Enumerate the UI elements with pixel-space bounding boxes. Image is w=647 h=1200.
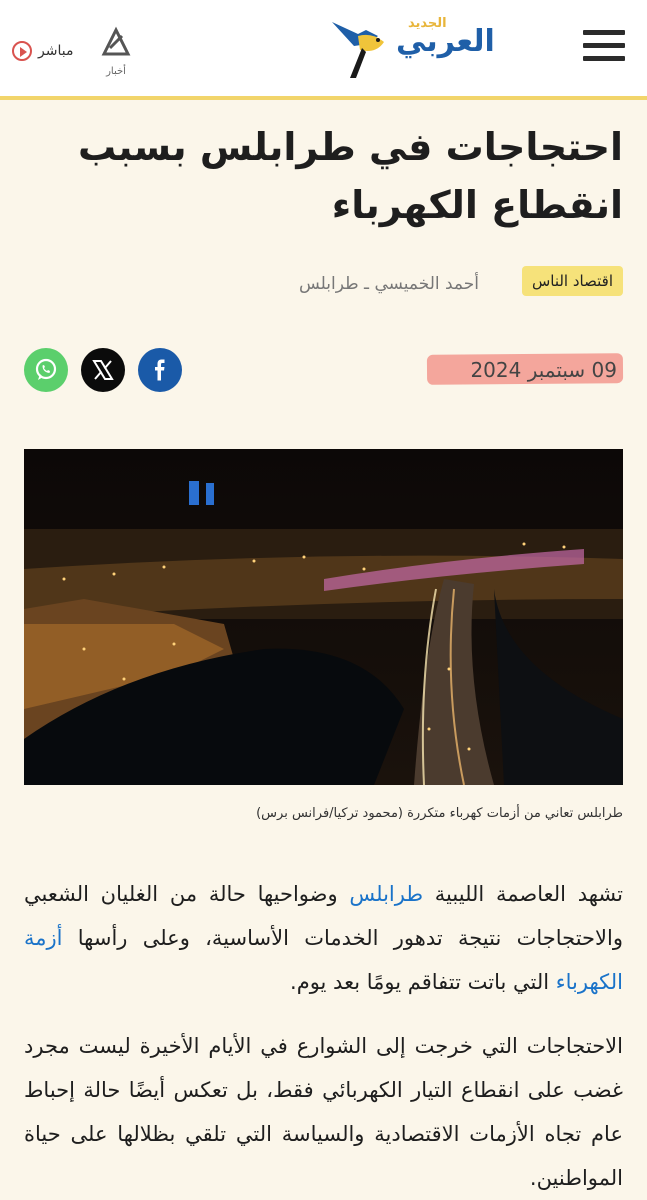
news-logo-label: أخبار [106, 66, 126, 77]
logo-title: العربي [396, 24, 495, 59]
news-logo[interactable]: أخبار [96, 24, 136, 80]
live-button[interactable]: مباشر [12, 36, 73, 66]
whatsapp-icon [35, 358, 57, 380]
share-facebook-button[interactable] [138, 348, 182, 392]
x-icon [92, 360, 114, 380]
site-header: الجديد العربي أخبار مباشر [0, 0, 647, 100]
news-emblem-icon [101, 26, 131, 56]
category-badge[interactable]: اقتصاد الناس [521, 266, 623, 296]
paragraph-1-text-a: تشهد العاصمة الليبية [423, 882, 623, 906]
share-whatsapp-button[interactable] [24, 348, 68, 392]
site-logo[interactable]: الجديد العربي [328, 16, 558, 80]
photo-caption: طرابلس تعاني من أزمات كهرباء متكررة (محم… [256, 806, 623, 821]
article-title: احتجاجات في طرابلس بسبب انقطاع الكهرباء [77, 125, 623, 227]
hamburger-menu-icon[interactable] [583, 30, 625, 64]
article-byline: أحمد الخميسي ـ طرابلس [298, 274, 479, 294]
tripoli-night-aerial-image [24, 449, 623, 785]
share-x-button[interactable] [81, 348, 125, 392]
link-tripoli[interactable]: طرابلس [349, 882, 423, 906]
bird-logo-icon [332, 22, 384, 78]
article-paragraph-1: تشهد العاصمة الليبية طرابلس وضواحيها حال… [24, 872, 623, 1004]
article-photo[interactable] [24, 449, 623, 785]
article-paragraph-2: الاحتجاجات التي خرجت إلى الشوارع في الأي… [24, 1034, 623, 1190]
facebook-icon [155, 359, 165, 381]
play-circle-icon [12, 41, 32, 61]
paragraph-1-text-c: التي باتت تتفاقم يومًا بعد يوم. [290, 970, 556, 994]
date-container: 09 سبتمبر 2024 [426, 350, 624, 388]
article-date: 09 سبتمبر 2024 [470, 358, 617, 382]
live-label: مباشر [38, 43, 74, 59]
